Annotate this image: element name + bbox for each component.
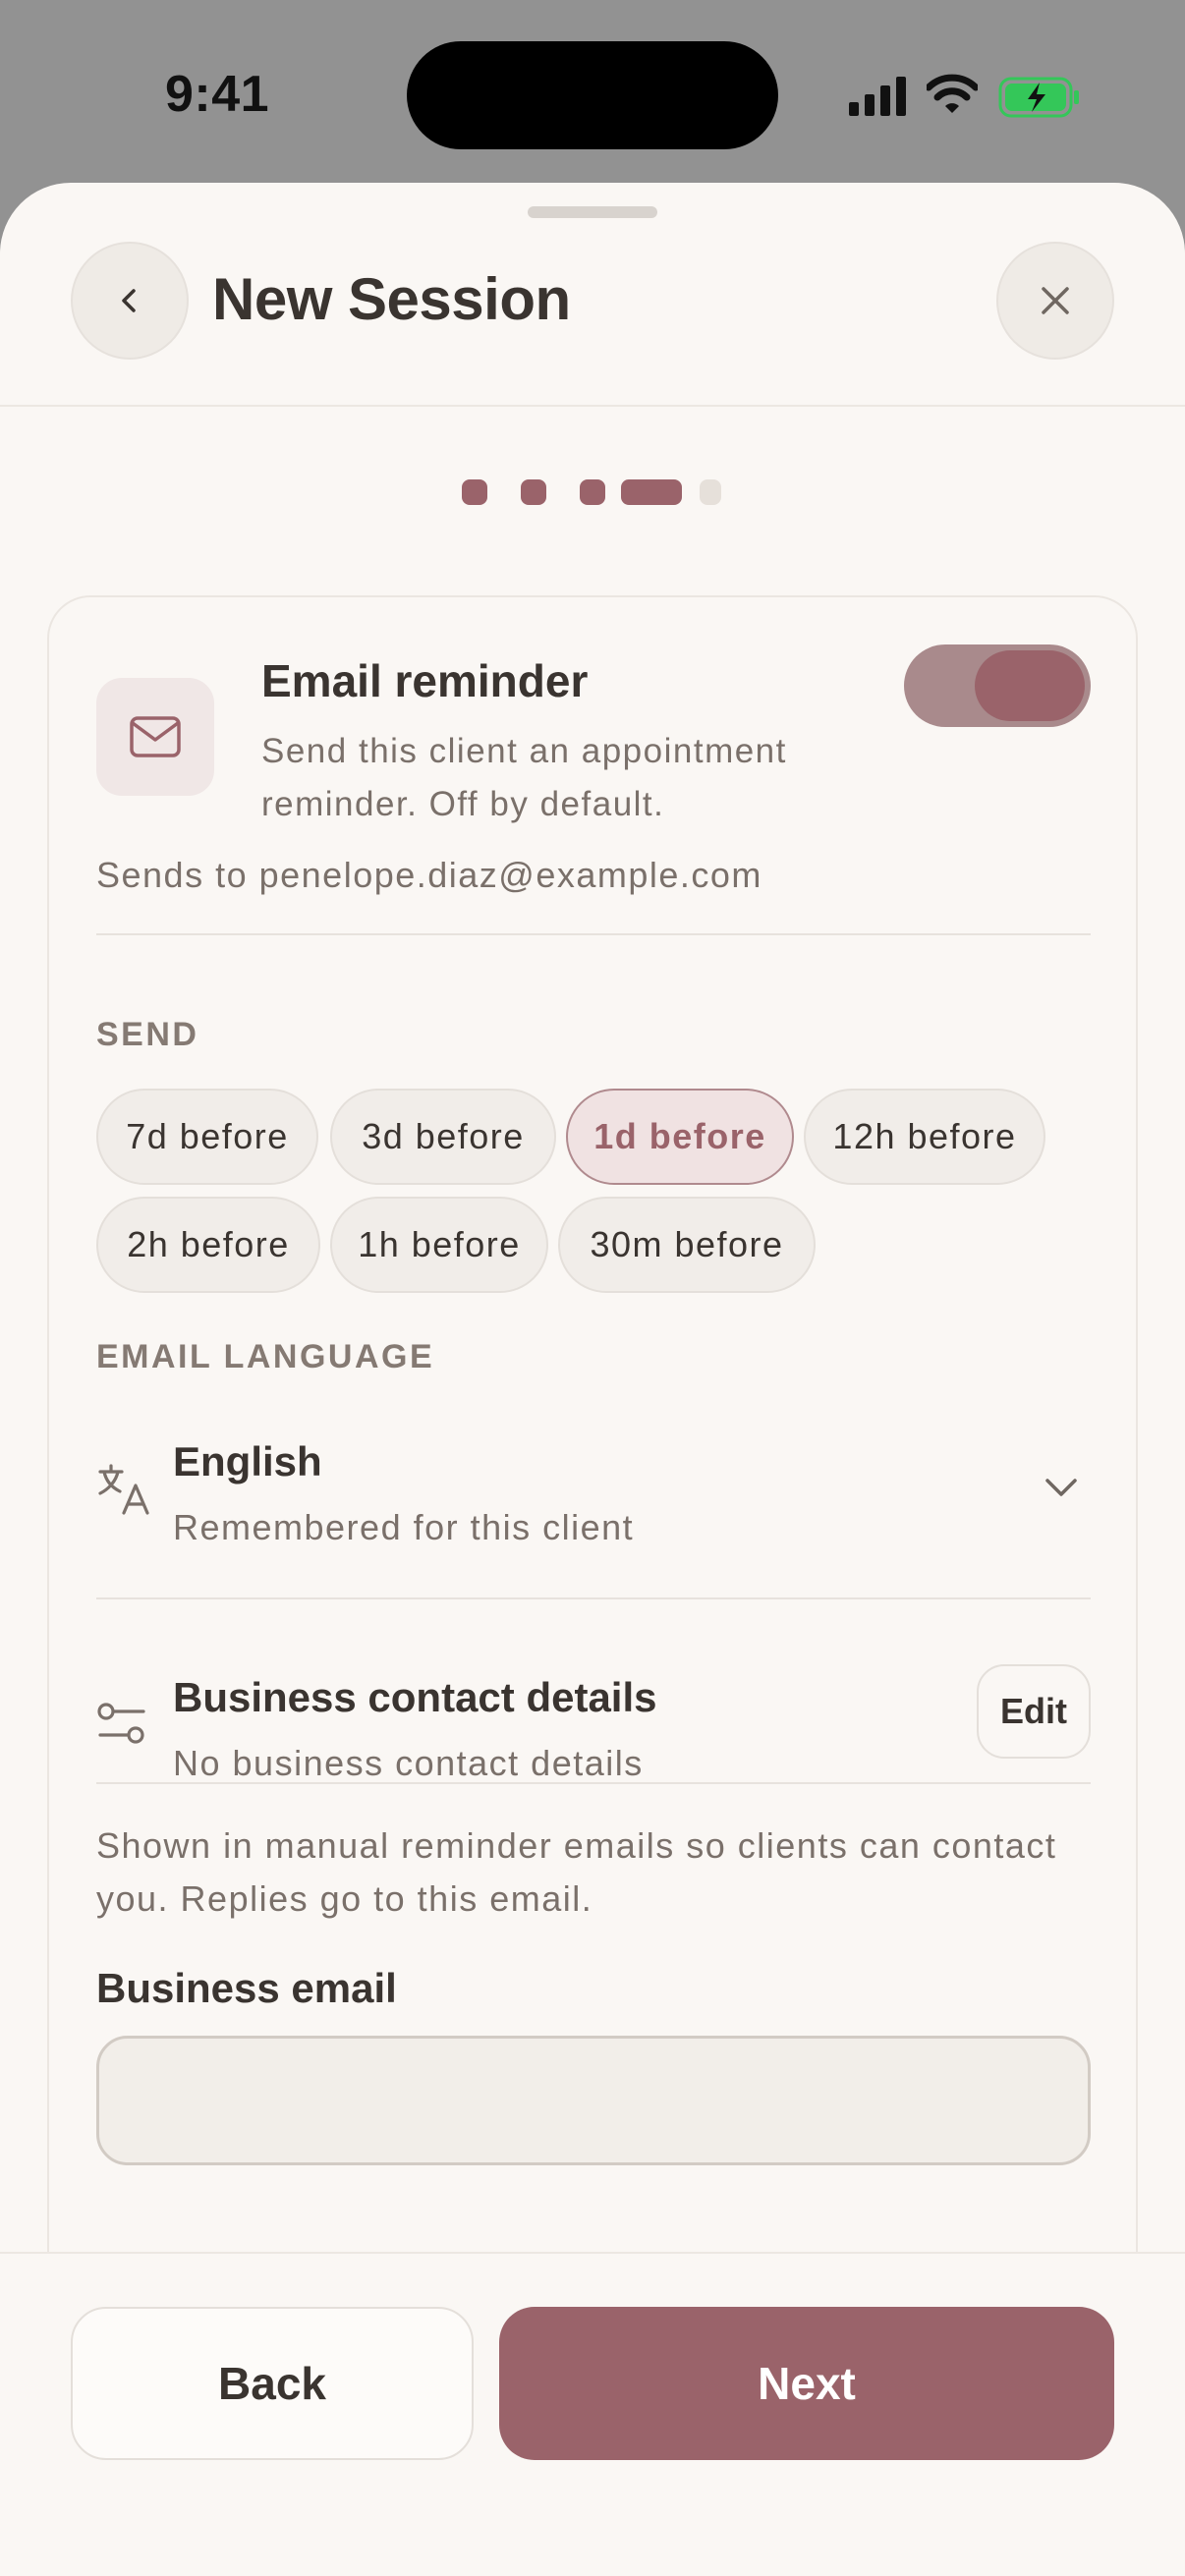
- email-language-select[interactable]: English: [173, 1438, 322, 1485]
- wifi-icon: [927, 74, 978, 113]
- send-option-7d[interactable]: 7d before: [96, 1089, 318, 1185]
- mail-icon: [130, 716, 181, 757]
- send-option-2h[interactable]: 2h before: [96, 1197, 320, 1293]
- step-dot-2: [521, 479, 546, 505]
- send-option-1d[interactable]: 1d before: [566, 1089, 794, 1185]
- step-dot-1: [462, 479, 487, 505]
- back-footer-button[interactable]: Back: [71, 2307, 474, 2460]
- business-contact-help: Shown in manual reminder emails so clien…: [96, 1825, 1057, 1919]
- divider: [96, 1782, 1091, 1784]
- email-language-label: EMAIL LANGUAGE: [96, 1338, 435, 1375]
- step-dot-4-current: [621, 479, 682, 505]
- close-icon: [1042, 287, 1069, 314]
- email-reminder-title: Email reminder: [261, 655, 589, 706]
- email-reminder-description: Send this client an appointment reminder…: [261, 732, 787, 823]
- chevron-down-icon[interactable]: [1042, 1468, 1081, 1507]
- cellular-signal-icon: [849, 77, 906, 116]
- next-button[interactable]: Next: [499, 2307, 1114, 2460]
- new-session-sheet: New Session Email reminder Send this cli…: [0, 183, 1185, 2576]
- translate-icon: [98, 1464, 149, 1515]
- business-email-input[interactable]: [96, 2036, 1091, 2165]
- business-contact-note: No business contact details: [173, 1743, 644, 1783]
- send-option-3d[interactable]: 3d before: [330, 1089, 556, 1185]
- toggle-knob: [975, 650, 1085, 721]
- mail-icon-tile: [96, 678, 214, 796]
- email-reminder-toggle[interactable]: [904, 644, 1091, 727]
- sheet-header: New Session: [0, 183, 1185, 407]
- sliders-icon: [97, 1703, 145, 1744]
- status-bar: 9:41: [0, 0, 1185, 183]
- send-section-label: SEND: [96, 1016, 199, 1053]
- step-indicator: [0, 477, 1185, 507]
- step-dot-3: [580, 479, 605, 505]
- email-language-note: Remembered for this client: [173, 1507, 635, 1547]
- send-option-12h[interactable]: 12h before: [804, 1089, 1045, 1185]
- send-option-1h[interactable]: 1h before: [330, 1197, 548, 1293]
- battery-charging-icon: [998, 77, 1079, 118]
- back-button[interactable]: [71, 242, 189, 360]
- sends-to-address: Sends to penelope.diaz@example.com: [96, 855, 762, 895]
- dynamic-island: [407, 41, 778, 149]
- chevron-left-icon: [122, 289, 136, 312]
- step-dot-5: [700, 479, 721, 505]
- business-contact-title: Business contact details: [173, 1674, 657, 1720]
- divider: [96, 933, 1091, 935]
- close-button[interactable]: [996, 242, 1114, 360]
- email-reminder-card: Email reminder Send this client an appoi…: [47, 595, 1138, 2462]
- divider: [96, 1597, 1091, 1599]
- page-title: New Session: [212, 266, 571, 332]
- footer-actions: Back Next: [0, 2252, 1185, 2576]
- edit-business-contact-button[interactable]: Edit: [977, 1664, 1091, 1759]
- send-option-30m[interactable]: 30m before: [558, 1197, 816, 1293]
- business-email-label: Business email: [96, 1965, 397, 2011]
- status-time: 9:41: [165, 66, 270, 123]
